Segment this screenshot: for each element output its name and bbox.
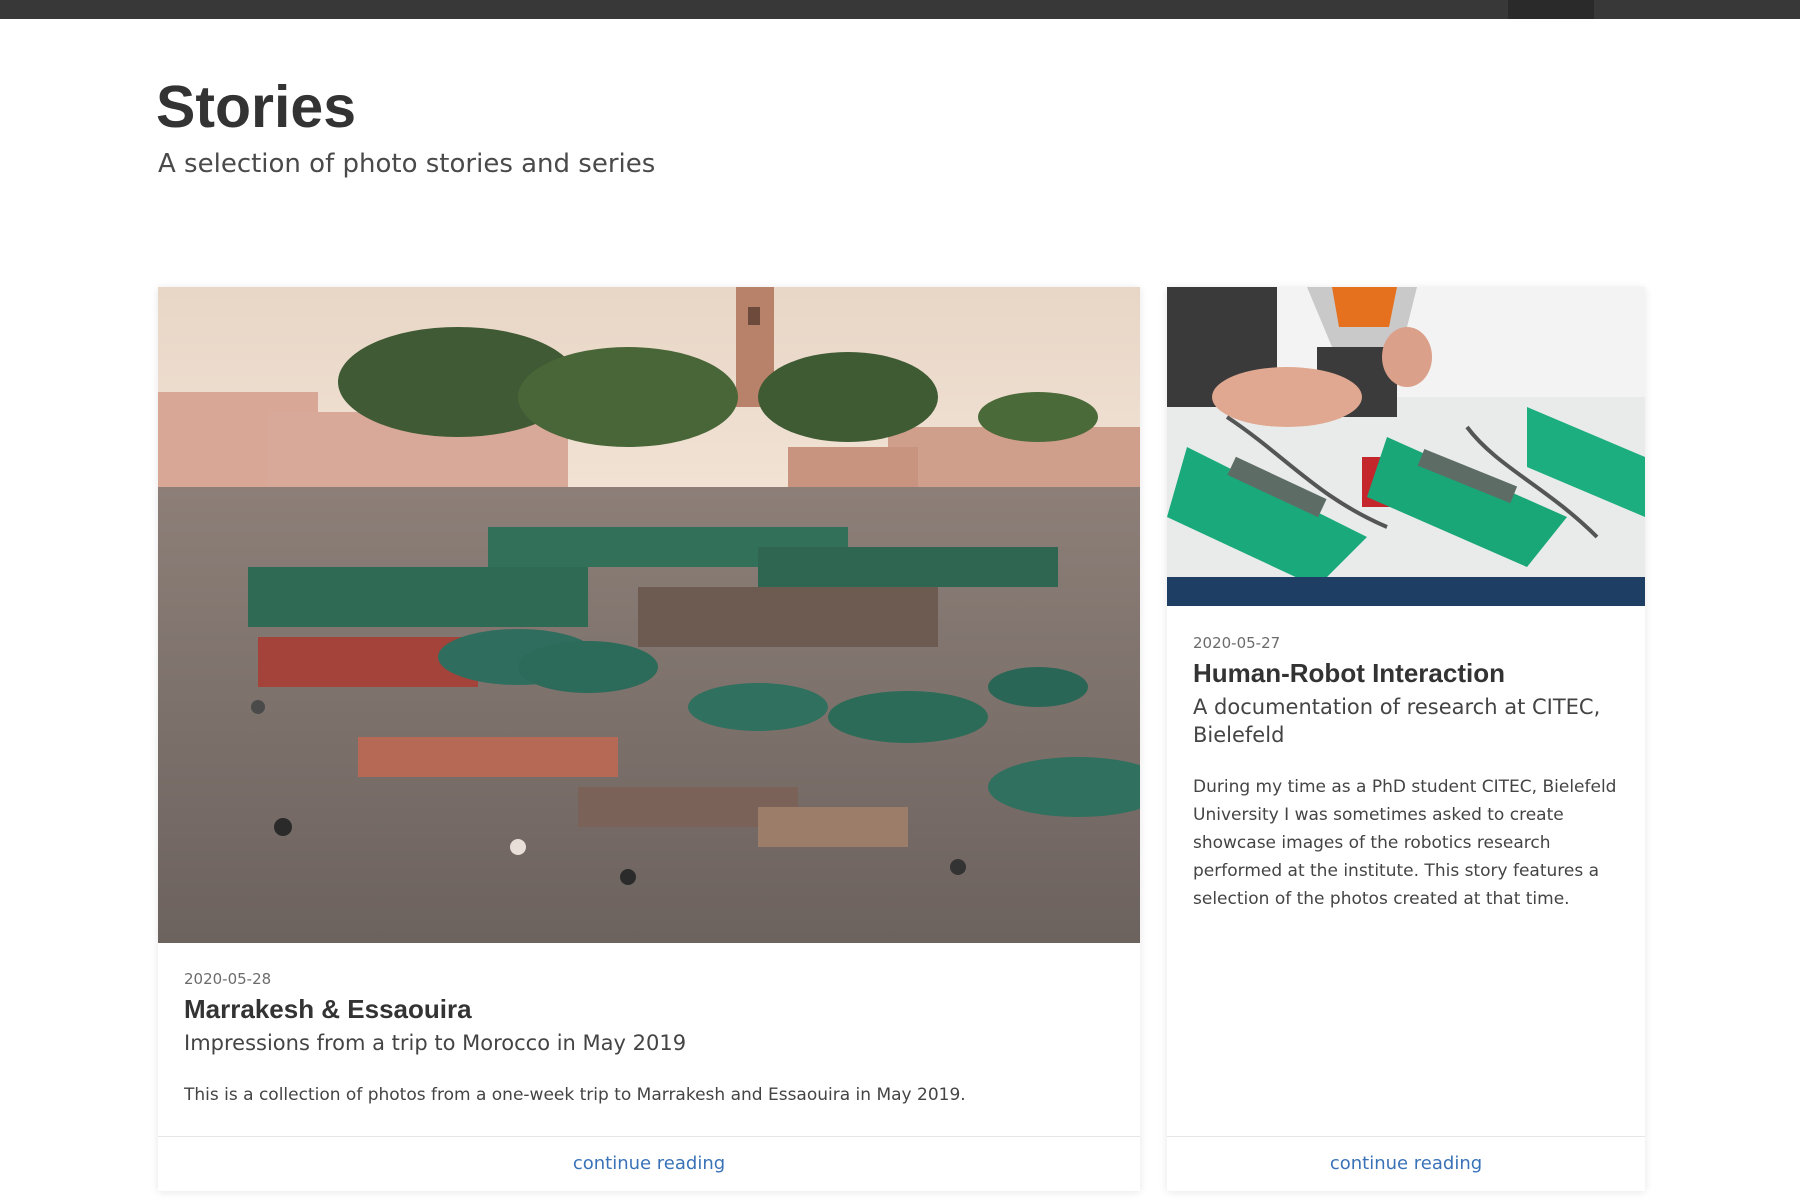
- story-card: 2020-05-28 Marrakesh & Essaouira Impress…: [158, 287, 1140, 1191]
- page-subtitle: A selection of photo stories and series: [158, 149, 656, 179]
- story-card-footer: continue reading: [1167, 1136, 1645, 1191]
- continue-reading-link[interactable]: continue reading: [1330, 1153, 1482, 1174]
- page-title: Stories: [156, 74, 357, 140]
- active-nav-item[interactable]: [1508, 0, 1594, 19]
- story-card-body: 2020-05-27 Human-Robot Interaction A doc…: [1193, 633, 1623, 913]
- story-title[interactable]: Human-Robot Interaction: [1193, 657, 1623, 689]
- story-subtitle: A documentation of research at CITEC, Bi…: [1193, 695, 1601, 747]
- story-card-footer: continue reading: [158, 1136, 1140, 1191]
- story-excerpt: During my time as a PhD student CITEC, B…: [1193, 777, 1617, 909]
- story-card-body: 2020-05-28 Marrakesh & Essaouira Impress…: [184, 969, 1114, 1109]
- robot-gripper-photo[interactable]: [1167, 287, 1645, 606]
- story-date: 2020-05-28: [184, 970, 272, 988]
- story-date: 2020-05-27: [1193, 634, 1281, 652]
- continue-reading-link[interactable]: continue reading: [573, 1153, 725, 1174]
- marrakesh-market-photo[interactable]: [158, 287, 1140, 943]
- story-card: 2020-05-27 Human-Robot Interaction A doc…: [1167, 287, 1645, 1191]
- story-subtitle: Impressions from a trip to Morocco in Ma…: [184, 1031, 687, 1055]
- story-excerpt: This is a collection of photos from a on…: [184, 1085, 966, 1105]
- story-title[interactable]: Marrakesh & Essaouira: [184, 993, 1114, 1025]
- top-navbar: [0, 0, 1800, 19]
